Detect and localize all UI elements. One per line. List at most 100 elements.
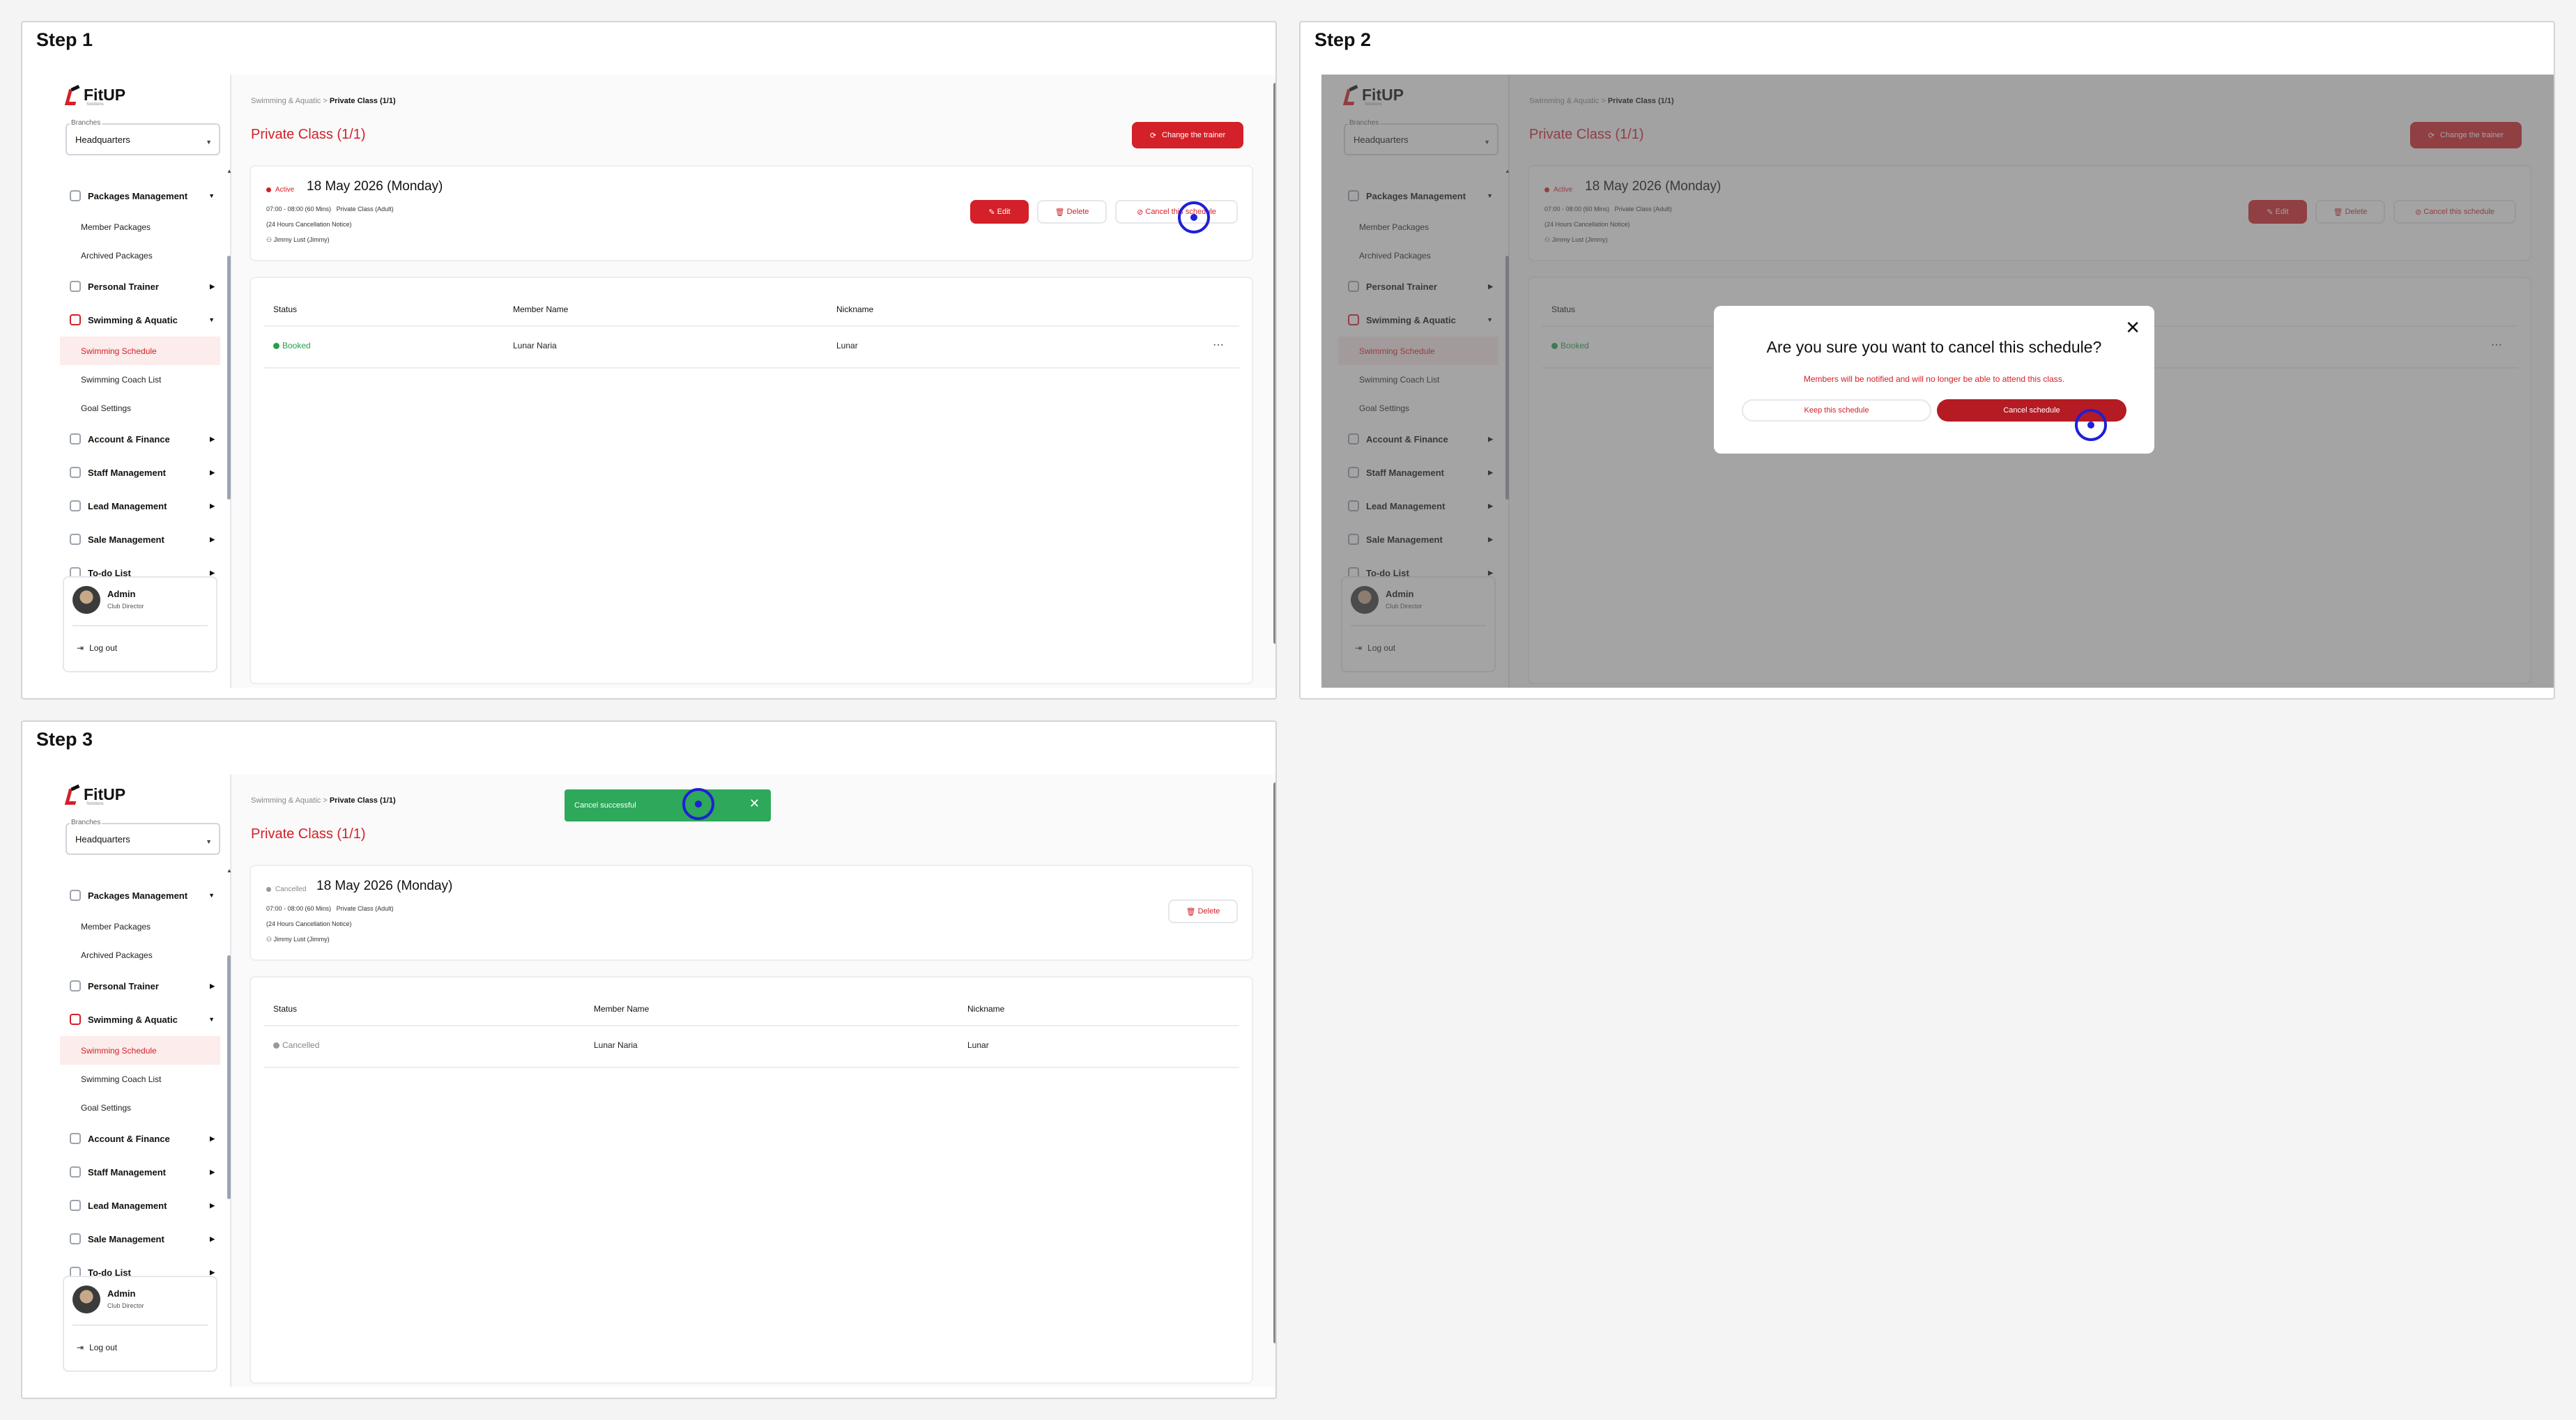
- sidebar-item-account[interactable]: Account & Finance ▶: [60, 1122, 220, 1155]
- sidebar-item-swimming-schedule[interactable]: Swimming Schedule: [60, 337, 220, 365]
- profile-role: Club Director: [107, 603, 144, 610]
- delete-button[interactable]: 🗑 Delete: [1037, 200, 1107, 224]
- sidebar-item-archived-packages[interactable]: Archived Packages: [60, 241, 220, 270]
- branch-label: Branches: [70, 819, 102, 826]
- caret-right-icon: ▶: [210, 982, 215, 989]
- logout-button[interactable]: ⇥ Log out: [77, 1343, 117, 1352]
- breadcrumb-separator: >: [323, 796, 328, 805]
- divider: [72, 625, 208, 626]
- sidebar-item-swimming-coach[interactable]: Swimming Coach List: [60, 1065, 220, 1093]
- sidebar-item-member-packages[interactable]: Member Packages: [60, 213, 220, 241]
- sidebar-item-sale[interactable]: Sale Management ▶: [60, 1222, 220, 1256]
- click-indicator-icon: [2075, 409, 2107, 441]
- step-title: Step 2: [1314, 29, 1372, 50]
- sidebar-scrollbar[interactable]: [227, 179, 231, 597]
- swim-icon: [70, 314, 81, 325]
- trash-icon: 🗑: [1055, 208, 1067, 217]
- schedule-card: Active 18 May 2026 (Monday) 07:00 - 08:0…: [250, 165, 1253, 261]
- close-icon[interactable]: ✕: [749, 796, 760, 811]
- breadcrumb-parent[interactable]: Swimming & Aquatic: [251, 796, 321, 805]
- profile-name: Admin: [107, 589, 136, 599]
- sidebar-item-staff[interactable]: Staff Management ▶: [60, 456, 220, 489]
- status-dot: [273, 342, 279, 349]
- sidebar-item-swimming[interactable]: Swimming & Aquatic ▼: [60, 303, 220, 337]
- profile-name: Admin: [107, 1288, 136, 1299]
- page-title: Private Class (1/1): [251, 826, 366, 842]
- caret-right-icon: ▶: [210, 1134, 215, 1142]
- sidebar: FitUP Solutions Branches Headquarters▼ ▲…: [43, 774, 232, 1387]
- sidebar-item-goal-settings[interactable]: Goal Settings: [60, 394, 220, 422]
- keep-schedule-button[interactable]: Keep this schedule: [1742, 399, 1931, 422]
- branch-select[interactable]: Headquarters ▼: [66, 823, 220, 855]
- scroll-thumb[interactable]: [227, 955, 231, 1199]
- sidebar-item-swimming-schedule[interactable]: Swimming Schedule: [60, 1036, 220, 1065]
- caret-right-icon: ▶: [210, 569, 215, 576]
- edit-button[interactable]: ✎ Edit: [970, 200, 1029, 224]
- sidebar-item-archived-packages[interactable]: Archived Packages: [60, 941, 220, 969]
- pencil-icon: ✎: [988, 208, 997, 217]
- main-content: Swimming & Aquatic > Private Class (1/1)…: [231, 75, 1275, 688]
- branch-select[interactable]: Headquarters ▼: [66, 123, 220, 155]
- sidebar-item-swimming[interactable]: Swimming & Aquatic ▼: [60, 1003, 220, 1036]
- member-name-cell: Lunar Naria: [594, 1040, 638, 1050]
- sidebar-item-label: Account & Finance: [88, 433, 170, 445]
- avatar: [72, 1286, 100, 1313]
- schedule-date: 18 May 2026 (Monday): [307, 179, 443, 194]
- sidebar-item-label: Account & Finance: [88, 1133, 170, 1144]
- close-icon[interactable]: ✕: [2125, 317, 2140, 339]
- screenshot: FitUP Solutions Branches Headquarters▼ ▲…: [43, 774, 1275, 1387]
- breadcrumb: Swimming & Aquatic > Private Class (1/1): [251, 97, 396, 105]
- sidebar-item-packages[interactable]: Packages Management ▼: [60, 179, 220, 213]
- logout-button[interactable]: ⇥ Log out: [77, 643, 117, 653]
- column-header-status: Status: [273, 304, 298, 314]
- scroll-thumb[interactable]: [1273, 782, 1275, 1343]
- column-header-member: Member Name: [594, 1004, 650, 1014]
- schedule-time: 07:00 - 08:00 (60 Mins) Private Class (A…: [266, 206, 394, 213]
- status-booked: Booked: [273, 341, 311, 350]
- status-badge: Cancelled: [266, 886, 306, 893]
- sidebar-item-lead[interactable]: Lead Management ▶: [60, 489, 220, 523]
- sidebar-item-member-packages[interactable]: Member Packages: [60, 912, 220, 941]
- step-2-panel: Step 2 FitUP Solutions Branches Headquar…: [1299, 21, 2555, 700]
- staff-icon: [70, 1166, 81, 1178]
- sidebar-item-sale[interactable]: Sale Management ▶: [60, 523, 220, 556]
- column-header-nickname: Nickname: [967, 1004, 1005, 1014]
- main-scrollbar[interactable]: [1273, 75, 1275, 688]
- cancel-schedule-button[interactable]: ⊘ Cancel this schedule: [1115, 200, 1238, 224]
- sidebar-item-label: Lead Management: [88, 1200, 167, 1211]
- trainer-info: ⚇ Jimmy Lust (Jimmy): [266, 236, 330, 244]
- sidebar-item-swimming-coach[interactable]: Swimming Coach List: [60, 365, 220, 394]
- delete-button[interactable]: 🗑 Delete: [1168, 900, 1238, 923]
- column-header-member: Member Name: [513, 304, 569, 314]
- column-header-status: Status: [273, 1004, 298, 1014]
- logout-icon: ⇥: [77, 1343, 84, 1352]
- sidebar-item-account[interactable]: Account & Finance ▶: [60, 422, 220, 456]
- divider: [263, 1025, 1239, 1026]
- profile-card: Admin Club Director ⇥ Log out: [63, 576, 217, 672]
- more-options-icon[interactable]: ⋯: [1213, 338, 1224, 352]
- sidebar-item-label: Swimming & Aquatic: [88, 314, 178, 325]
- sidebar-item-label: Staff Management: [88, 467, 166, 478]
- main-content: Swimming & Aquatic > Private Class (1/1)…: [231, 774, 1275, 1387]
- sidebar-item-personal-trainer[interactable]: Personal Trainer ▶: [60, 969, 220, 1003]
- sidebar-item-goal-settings[interactable]: Goal Settings: [60, 1093, 220, 1122]
- main-scrollbar[interactable]: [1273, 774, 1275, 1387]
- profile-card: Admin Club Director ⇥ Log out: [63, 1276, 217, 1372]
- nickname-cell: Lunar: [836, 341, 858, 350]
- sidebar: FitUP Solutions Branches Headquarters▼ ▲…: [43, 75, 232, 688]
- sidebar-item-staff[interactable]: Staff Management ▶: [60, 1155, 220, 1189]
- sidebar-item-personal-trainer[interactable]: Personal Trainer ▶: [60, 270, 220, 303]
- delete-label: Delete: [1197, 907, 1220, 916]
- caret-down-icon: ▼: [208, 892, 215, 899]
- sidebar-scrollbar[interactable]: [227, 879, 231, 1297]
- scroll-thumb[interactable]: [227, 256, 231, 500]
- breadcrumb-parent[interactable]: Swimming & Aquatic: [251, 97, 321, 105]
- sidebar-item-packages[interactable]: Packages Management ▼: [60, 879, 220, 912]
- change-trainer-button[interactable]: ⟳ Change the trainer: [1132, 122, 1243, 148]
- scroll-thumb[interactable]: [1273, 83, 1275, 644]
- sale-icon: [70, 1233, 81, 1244]
- sidebar-item-lead[interactable]: Lead Management ▶: [60, 1189, 220, 1222]
- divider: [72, 1325, 208, 1326]
- trainer-icon: ⚇: [266, 236, 273, 243]
- members-table: Status Member Name Nickname Booked Lunar…: [250, 277, 1253, 684]
